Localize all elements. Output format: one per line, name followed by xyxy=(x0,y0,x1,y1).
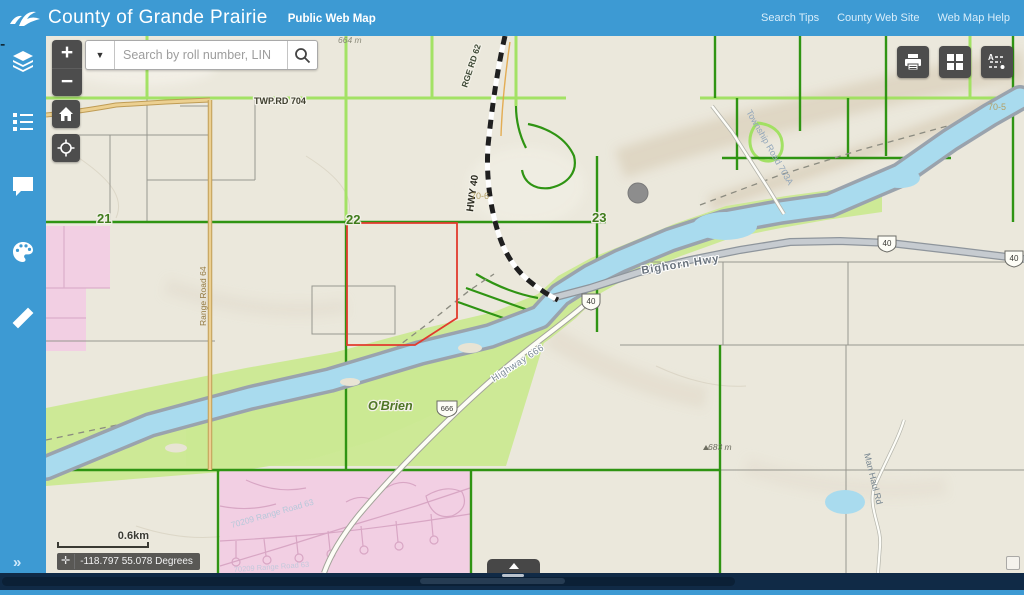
coordinate-readout: ✛ -118.797 55.078 Degrees xyxy=(57,553,200,570)
coordinate-value: -118.797 55.078 Degrees xyxy=(80,556,193,567)
highway-shield-40-c: 40 xyxy=(1005,251,1023,267)
highway-shield-40-b: 40 xyxy=(878,236,896,252)
label-rge-rd-62: RGE RD 62 xyxy=(459,43,482,89)
svg-text:40: 40 xyxy=(1010,254,1019,263)
measure-path-icon: A xyxy=(987,52,1007,72)
arrow-up-icon xyxy=(509,563,519,569)
zoom-control: + − xyxy=(52,40,82,96)
scale-label: 0.6km xyxy=(57,530,149,542)
ruler-icon[interactable] xyxy=(11,306,35,330)
highway-shield-40-a: 40 xyxy=(582,294,600,310)
header-links: Search Tips County Web Site Web Map Help xyxy=(761,12,1010,24)
footer-pill xyxy=(2,577,735,586)
residential-parcel-left xyxy=(46,226,110,351)
footer-attribution-bar xyxy=(0,573,1024,590)
scale-bar: 0.6km xyxy=(57,530,149,548)
printer-icon xyxy=(904,53,922,71)
zoom-out-button[interactable]: − xyxy=(52,68,82,96)
crosshair-icon[interactable]: ✛ xyxy=(61,554,75,569)
label-section-23: 23 xyxy=(592,210,606,225)
label-section-22: 22 xyxy=(346,212,360,227)
layers-icon[interactable] xyxy=(11,48,35,72)
label-obrien: O'Brien xyxy=(368,399,413,413)
svg-text:40: 40 xyxy=(587,297,596,306)
label-twp-rd-704: TWP.RD 704 xyxy=(254,96,306,106)
palette-icon[interactable] xyxy=(11,240,35,264)
footer-attribution-text-smudge xyxy=(420,578,565,584)
attribute-table-toggle[interactable] xyxy=(487,559,540,573)
footer-drag-handle[interactable] xyxy=(502,574,524,577)
web-map-app: 40 40 40 666 21 22 23 TWP.RD 704 RGE RD … xyxy=(0,0,1024,595)
label-quarter-70-6: 70-6 xyxy=(471,191,489,201)
basemap-gallery-button[interactable] xyxy=(939,46,971,78)
label-elev-683: 683 m xyxy=(708,442,732,452)
county-logo-icon xyxy=(8,6,42,30)
sidebar-expand-chevrons-icon[interactable]: » xyxy=(13,554,19,571)
map-canvas[interactable]: 40 40 40 666 21 22 23 TWP.RD 704 RGE RD … xyxy=(46,36,1024,573)
map-logo xyxy=(1006,556,1020,570)
link-county-web-site[interactable]: County Web Site xyxy=(837,12,919,24)
zoom-in-button[interactable]: + xyxy=(52,40,82,68)
link-search-tips[interactable]: Search Tips xyxy=(761,12,819,24)
scale-line xyxy=(57,542,149,548)
search-input[interactable] xyxy=(115,41,287,69)
search-icon xyxy=(294,47,311,64)
svg-text:A: A xyxy=(988,53,994,62)
label-elev-664: 664 m xyxy=(338,36,362,45)
map-svg: 40 40 40 666 21 22 23 TWP.RD 704 RGE RD … xyxy=(46,36,1024,573)
legend-icon[interactable] xyxy=(11,110,35,134)
home-icon xyxy=(58,106,74,122)
link-web-map-help[interactable]: Web Map Help xyxy=(937,12,1010,24)
comment-icon[interactable] xyxy=(11,174,35,198)
search-bar: ▼ xyxy=(85,40,318,70)
search-button[interactable] xyxy=(287,41,317,69)
label-quarter-70-5: 70-5 xyxy=(988,102,1006,112)
tool-sidebar: - » xyxy=(0,36,46,573)
page-subtitle: Public Web Map xyxy=(288,13,376,25)
footer-accent-strip xyxy=(0,590,1024,595)
home-button[interactable] xyxy=(52,100,80,128)
locate-icon xyxy=(57,139,75,157)
measure-tool-button[interactable]: A xyxy=(981,46,1013,78)
highway-shield-666: 666 xyxy=(437,401,457,417)
basemap-grid-icon xyxy=(946,53,964,71)
page-title: County of Grande Prairie xyxy=(48,7,268,29)
search-type-dropdown[interactable]: ▼ xyxy=(86,41,115,69)
print-button[interactable] xyxy=(897,46,929,78)
label-range-road-64: Range Road 64 xyxy=(198,266,208,326)
svg-text:666: 666 xyxy=(441,404,454,413)
locate-button[interactable] xyxy=(52,134,80,162)
app-header: County of Grande Prairie Public Web Map … xyxy=(0,0,1024,36)
chevron-down-icon: ▼ xyxy=(96,50,105,60)
gray-point-marker xyxy=(628,183,648,203)
label-section-21: 21 xyxy=(97,211,111,226)
pond xyxy=(825,490,865,514)
svg-text:40: 40 xyxy=(883,239,892,248)
